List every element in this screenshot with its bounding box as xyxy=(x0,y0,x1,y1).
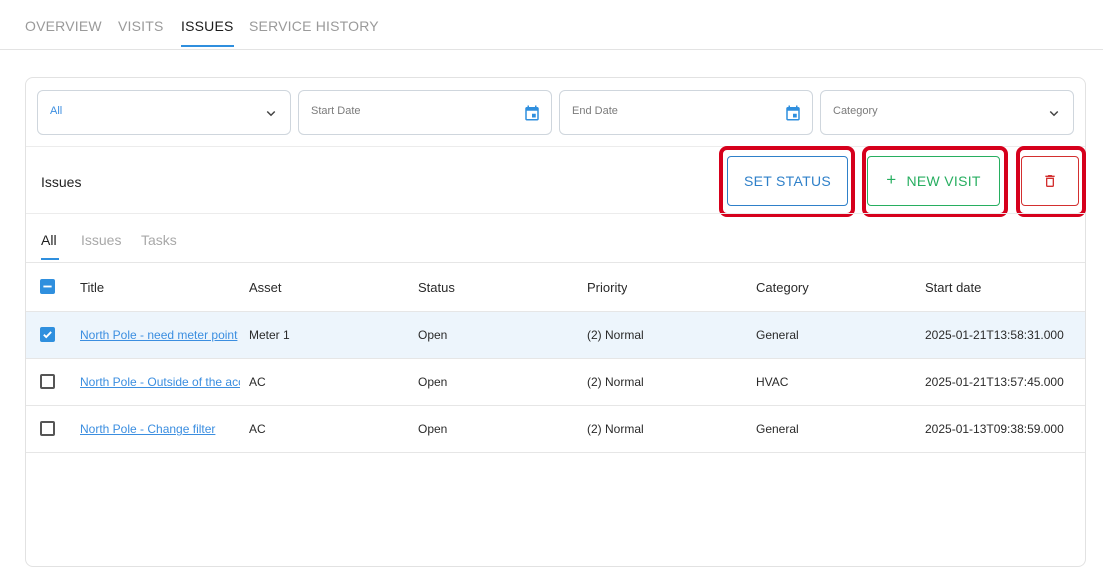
chevron-down-icon xyxy=(1049,110,1059,117)
end-date-field[interactable]: End Date xyxy=(559,90,813,135)
category-cell: HVAC xyxy=(756,375,789,389)
start-date-placeholder: Start Date xyxy=(311,105,361,117)
category-placeholder: Category xyxy=(833,105,878,117)
column-header[interactable]: Status xyxy=(418,263,455,311)
subtab-tasks[interactable]: Tasks xyxy=(141,232,177,248)
issue-title-link[interactable]: North Pole - Outside of the acc xyxy=(80,359,240,405)
issues-card: All Start Date End Date Category Issues … xyxy=(25,77,1086,567)
status-filter-value: All xyxy=(50,105,63,117)
table-header: Title Asset Status Priority Category Sta… xyxy=(26,262,1085,312)
start-date-field[interactable]: Start Date xyxy=(298,90,552,135)
section-title: Issues xyxy=(41,174,82,190)
subtab-issues[interactable]: Issues xyxy=(81,232,121,248)
tab-visits[interactable]: VISITS xyxy=(118,18,164,34)
priority-cell: (2) Normal xyxy=(587,328,644,342)
delete-button[interactable] xyxy=(1021,156,1079,206)
tab-overview[interactable]: OVERVIEW xyxy=(25,18,102,34)
status-cell: Open xyxy=(418,422,448,436)
issue-title-link[interactable]: North Pole - Change filter xyxy=(80,406,240,452)
trash-icon xyxy=(1045,175,1055,187)
check-icon xyxy=(43,331,52,339)
row-checkbox[interactable] xyxy=(40,374,55,389)
new-visit-button[interactable]: + NEW VISIT xyxy=(867,156,1000,206)
category-cell: General xyxy=(756,328,799,342)
column-header[interactable]: Title xyxy=(80,263,104,311)
table-row[interactable]: North Pole - Outside of the acc AC Open … xyxy=(26,359,1085,406)
column-header[interactable]: Category xyxy=(756,263,809,311)
end-date-placeholder: End Date xyxy=(572,105,618,117)
start-date-cell: 2025-01-21T13:58:31.000 xyxy=(925,328,1064,342)
table-row[interactable]: North Pole - need meter point Meter 1 Op… xyxy=(26,312,1085,359)
column-header[interactable]: Priority xyxy=(587,263,627,311)
category-cell: General xyxy=(756,422,799,436)
chevron-down-icon xyxy=(266,110,276,117)
start-date-cell: 2025-01-13T09:38:59.000 xyxy=(925,422,1064,436)
select-all-checkbox[interactable] xyxy=(40,279,55,294)
divider xyxy=(26,213,1085,214)
issue-title-link[interactable]: North Pole - need meter point xyxy=(80,312,240,358)
calendar-icon[interactable] xyxy=(784,104,802,122)
priority-cell: (2) Normal xyxy=(587,422,644,436)
asset-cell: AC xyxy=(249,422,266,436)
tab-issues[interactable]: ISSUES xyxy=(181,18,234,47)
status-cell: Open xyxy=(418,328,448,342)
top-tabs: OVERVIEW VISITS ISSUES SERVICE HISTORY xyxy=(0,0,1103,50)
row-checkbox[interactable] xyxy=(40,421,55,436)
minus-icon xyxy=(43,285,52,288)
new-visit-label: NEW VISIT xyxy=(906,173,981,189)
tab-service-history[interactable]: SERVICE HISTORY xyxy=(249,18,379,34)
set-status-button[interactable]: SET STATUS xyxy=(727,156,848,206)
subtab-all[interactable]: All xyxy=(41,232,59,260)
start-date-cell: 2025-01-21T13:57:45.000 xyxy=(925,375,1064,389)
row-checkbox[interactable] xyxy=(40,327,55,342)
asset-cell: Meter 1 xyxy=(249,328,290,342)
column-header[interactable]: Start date xyxy=(925,263,981,311)
status-filter-select[interactable]: All xyxy=(37,90,291,135)
column-header[interactable]: Asset xyxy=(249,263,282,311)
plus-icon: + xyxy=(886,170,897,189)
table-row[interactable]: North Pole - Change filter AC Open (2) N… xyxy=(26,406,1085,453)
calendar-icon[interactable] xyxy=(523,104,541,122)
category-filter-select[interactable]: Category xyxy=(820,90,1074,135)
set-status-label: SET STATUS xyxy=(743,173,831,189)
priority-cell: (2) Normal xyxy=(587,375,644,389)
status-cell: Open xyxy=(418,375,448,389)
asset-cell: AC xyxy=(249,375,266,389)
